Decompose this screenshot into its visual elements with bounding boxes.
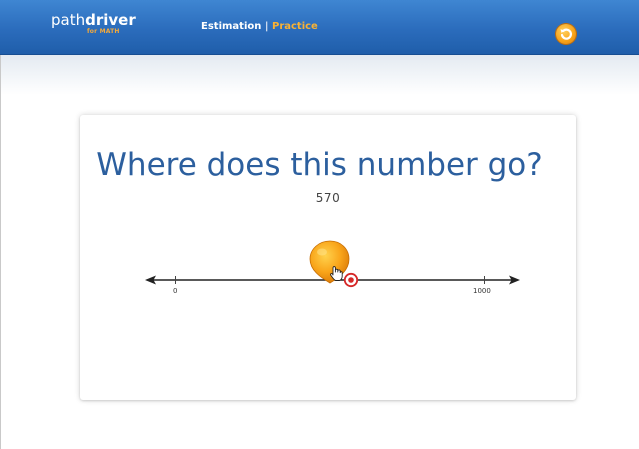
- min-tick-label: 0: [173, 287, 178, 295]
- balloon-body[interactable]: [309, 240, 350, 284]
- max-tick-label: 1000: [473, 287, 491, 295]
- balloon-highlight: [317, 248, 327, 256]
- app-window: pathdriver for MATH Estimation | Practic…: [0, 0, 639, 449]
- balloon-marker-icon[interactable]: [309, 240, 350, 284]
- target-icon[interactable]: [343, 272, 359, 288]
- number-line: [145, 240, 520, 288]
